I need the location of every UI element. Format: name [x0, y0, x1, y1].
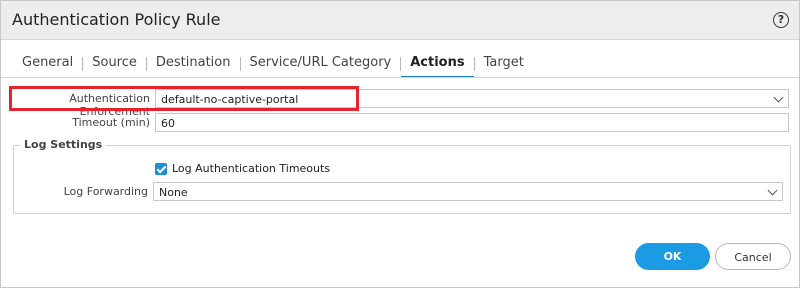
cancel-button[interactable]: Cancel: [715, 243, 791, 270]
tab-destination[interactable]: Destination: [147, 53, 240, 76]
dialog-titlebar: Authentication Policy Rule ?: [1, 1, 799, 40]
help-icon[interactable]: ?: [773, 12, 789, 28]
log-settings-legend: Log Settings: [20, 138, 107, 151]
dialog-title: Authentication Policy Rule: [12, 10, 221, 29]
tab-source[interactable]: Source: [83, 53, 146, 76]
tab-divider: [1, 77, 799, 78]
timeout-label: Timeout (min): [72, 116, 150, 129]
tab-target[interactable]: Target: [475, 53, 533, 76]
log-auth-timeouts-label[interactable]: Log Authentication Timeouts: [172, 162, 330, 175]
authentication-policy-rule-dialog: Authentication Policy Rule ? General Sou…: [0, 0, 800, 288]
tab-actions[interactable]: Actions: [401, 53, 474, 78]
log-forwarding-select[interactable]: None: [153, 182, 783, 201]
log-auth-timeouts-checkbox[interactable]: [155, 163, 167, 175]
log-forwarding-value: None: [159, 186, 188, 199]
highlight-box: [9, 86, 359, 111]
log-forwarding-label: Log Forwarding: [63, 185, 148, 198]
timeout-input[interactable]: 60: [155, 113, 789, 132]
tab-bar: General Source Destination Service/URL C…: [13, 53, 533, 78]
timeout-value: 60: [161, 117, 175, 130]
tab-service-url-category[interactable]: Service/URL Category: [241, 53, 401, 76]
chevron-down-icon[interactable]: [773, 92, 784, 103]
ok-button[interactable]: OK: [635, 243, 710, 270]
log-settings-group: [13, 145, 791, 214]
chevron-down-icon[interactable]: [767, 185, 778, 196]
tab-general[interactable]: General: [13, 53, 82, 76]
